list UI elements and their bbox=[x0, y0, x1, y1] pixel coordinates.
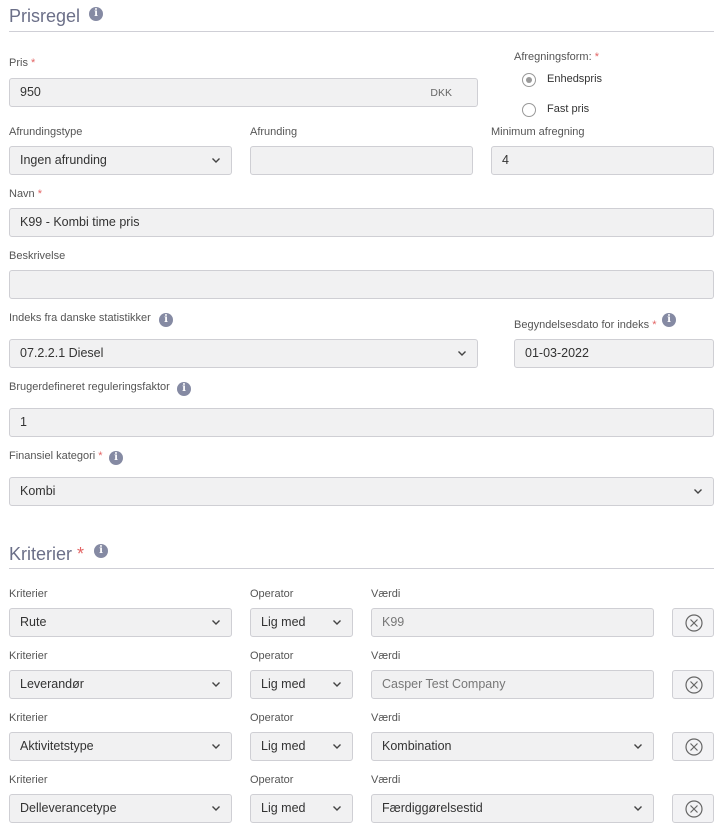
section-title-kriterier: Kriterier * bbox=[9, 544, 85, 564]
chevron-down-icon bbox=[333, 682, 341, 687]
section-title-prisregel: Prisregel bbox=[9, 6, 81, 26]
section-divider bbox=[9, 31, 714, 32]
close-circle-icon bbox=[685, 738, 703, 756]
operator-column-label: Operator bbox=[250, 650, 294, 662]
minimum-afregning-label: Minimum afregning bbox=[491, 126, 585, 138]
afregningsform-label: Afregningsform: * bbox=[514, 51, 599, 63]
chevron-down-icon bbox=[333, 806, 341, 811]
kriterier-column-label: Kriterier bbox=[9, 588, 48, 600]
vaerdi-column-label: Værdi bbox=[371, 588, 401, 600]
chevron-down-icon bbox=[212, 620, 220, 625]
operator-column-label: Operator bbox=[250, 712, 294, 724]
indeks-label: Indeks fra danske statistikker bbox=[9, 312, 151, 324]
vaerdi-select[interactable]: Kombination bbox=[371, 732, 654, 761]
pris-input[interactable]: 950 DKK bbox=[9, 78, 478, 107]
operator-select[interactable]: Lig med bbox=[250, 670, 353, 699]
vaerdi-column-label: Værdi bbox=[371, 774, 401, 786]
info-icon[interactable]: i bbox=[662, 313, 676, 327]
chevron-down-icon bbox=[333, 620, 341, 625]
chevron-down-icon bbox=[634, 806, 642, 811]
indeks-select[interactable]: 07.2.2.1 Diesel bbox=[9, 339, 478, 368]
reguleringsfaktor-input[interactable]: 1 bbox=[9, 408, 714, 437]
remove-criterion-button[interactable] bbox=[672, 794, 714, 823]
finansiel-kategori-select[interactable]: Kombi bbox=[9, 477, 714, 506]
minimum-afregning-input[interactable]: 4 bbox=[491, 146, 714, 175]
remove-criterion-button[interactable] bbox=[672, 608, 714, 637]
close-circle-icon bbox=[685, 800, 703, 818]
vaerdi-input[interactable]: Casper Test Company bbox=[371, 670, 654, 699]
vaerdi-input[interactable]: K99 bbox=[371, 608, 654, 637]
operator-column-label: Operator bbox=[250, 588, 294, 600]
begyndelsesdato-label: Begyndelsesdato for indeks * bbox=[514, 319, 657, 331]
info-icon[interactable]: i bbox=[94, 544, 108, 558]
kriterie-select[interactable]: Rute bbox=[9, 608, 232, 637]
chevron-down-icon bbox=[212, 744, 220, 749]
vaerdi-select[interactable]: Færdiggørelsestid bbox=[371, 794, 654, 823]
operator-select[interactable]: Lig med bbox=[250, 732, 353, 761]
operator-column-label: Operator bbox=[250, 774, 294, 786]
chevron-down-icon bbox=[634, 744, 642, 749]
radio-fast-pris-label: Fast pris bbox=[547, 103, 590, 115]
kriterier-column-label: Kriterier bbox=[9, 774, 48, 786]
beskrivelse-label: Beskrivelse bbox=[9, 250, 66, 262]
chevron-down-icon bbox=[458, 351, 466, 356]
beskrivelse-input[interactable] bbox=[9, 270, 714, 299]
vaerdi-column-label: Værdi bbox=[371, 650, 401, 662]
kriterie-select[interactable]: Delleverancetype bbox=[9, 794, 232, 823]
chevron-down-icon bbox=[212, 806, 220, 811]
navn-input[interactable]: K99 - Kombi time pris bbox=[9, 208, 714, 237]
radio-enhedspris[interactable] bbox=[522, 73, 536, 87]
section-divider bbox=[9, 568, 714, 569]
chevron-down-icon bbox=[212, 158, 220, 163]
kriterie-select[interactable]: Aktivitetstype bbox=[9, 732, 232, 761]
radio-fast-pris[interactable] bbox=[522, 103, 536, 117]
chevron-down-icon bbox=[694, 489, 702, 494]
pris-label: Pris * bbox=[9, 57, 36, 69]
chevron-down-icon bbox=[333, 744, 341, 749]
navn-label: Navn * bbox=[9, 188, 43, 200]
vaerdi-column-label: Værdi bbox=[371, 712, 401, 724]
finansiel-kategori-label: Finansiel kategori * bbox=[9, 450, 103, 462]
info-icon[interactable]: i bbox=[89, 7, 103, 21]
begyndelsesdato-input[interactable]: 01-03-2022 bbox=[514, 339, 714, 368]
kriterie-select[interactable]: Leverandør bbox=[9, 670, 232, 699]
currency-suffix: DKK bbox=[430, 87, 452, 99]
info-icon[interactable]: i bbox=[177, 382, 191, 396]
reguleringsfaktor-label: Brugerdefineret reguleringsfaktor bbox=[9, 381, 170, 393]
remove-criterion-button[interactable] bbox=[672, 732, 714, 761]
chevron-down-icon bbox=[212, 682, 220, 687]
radio-enhedspris-label: Enhedspris bbox=[547, 73, 603, 85]
afrundingstype-label: Afrundingstype bbox=[9, 126, 83, 138]
afrunding-label: Afrunding bbox=[250, 126, 298, 138]
close-circle-icon bbox=[685, 676, 703, 694]
info-icon[interactable]: i bbox=[159, 313, 173, 327]
operator-select[interactable]: Lig med bbox=[250, 794, 353, 823]
close-circle-icon bbox=[685, 614, 703, 632]
operator-select[interactable]: Lig med bbox=[250, 608, 353, 637]
kriterier-column-label: Kriterier bbox=[9, 712, 48, 724]
remove-criterion-button[interactable] bbox=[672, 670, 714, 699]
afrunding-input[interactable] bbox=[250, 146, 473, 175]
kriterier-column-label: Kriterier bbox=[9, 650, 48, 662]
afrundingstype-select[interactable]: Ingen afrunding bbox=[9, 146, 232, 175]
info-icon[interactable]: i bbox=[109, 451, 123, 465]
